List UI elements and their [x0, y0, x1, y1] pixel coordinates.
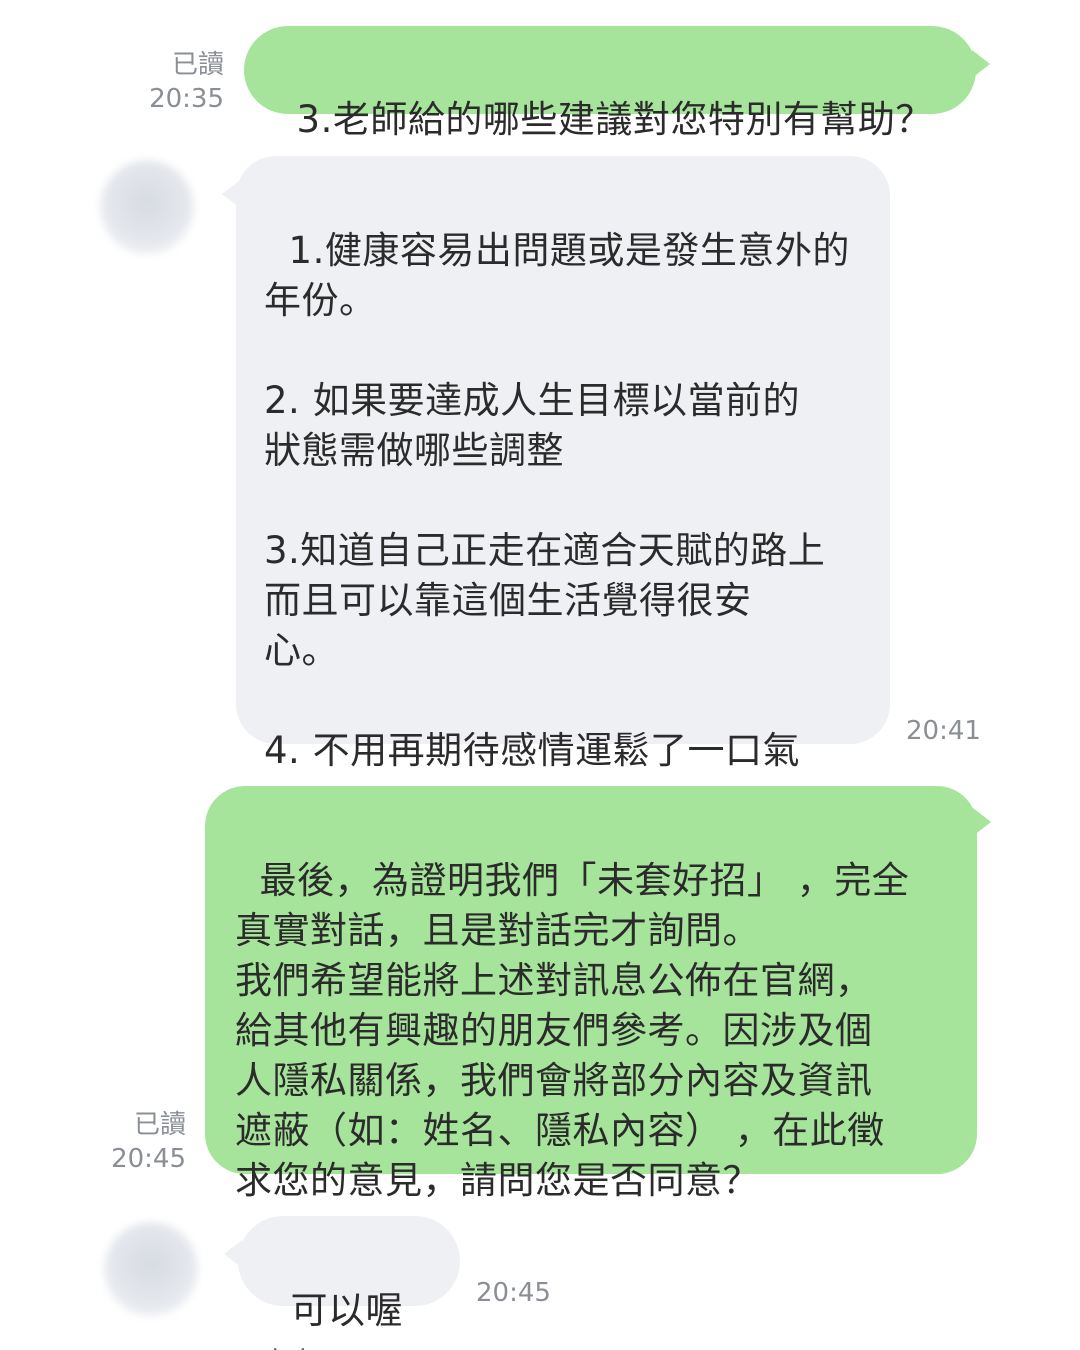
outgoing-message-bubble[interactable]: 3.老師給的哪些建議對您特別有幫助？ [244, 26, 976, 141]
bubble-tail [224, 1240, 242, 1268]
message-time: 20:41 [906, 716, 981, 746]
message-text: 1.健康容易出問題或是發生意外的 年份。 2. 如果要達成人生目標以當前的 狀態… [264, 229, 850, 772]
cat-face-emoji [270, 1338, 308, 1350]
message-3-meta: 已讀 20:45 [104, 1108, 186, 1176]
incoming-message-bubble[interactable]: 可以喔 [238, 1216, 460, 1350]
cat-face-icon [274, 1347, 304, 1350]
outgoing-message-bubble[interactable]: 最後，為證明我們「未套好招」 ，完全 真實對話，且是對話完才詢問。 我們希望能將… [205, 786, 977, 1202]
read-receipt: 已讀 [133, 1110, 186, 1140]
bubble-tail [972, 50, 990, 78]
message-1-meta: 已讀 20:35 [140, 48, 224, 116]
bubble-tail [222, 180, 240, 208]
contact-avatar[interactable] [104, 1222, 198, 1316]
message-time: 20:45 [111, 1144, 186, 1174]
read-receipt: 已讀 [171, 50, 224, 80]
message-time: 20:35 [149, 84, 224, 114]
message-text: 最後，為證明我們「未套好招」 ，完全 真實對話，且是對話完才詢問。 我們希望能將… [235, 859, 910, 1202]
incoming-message-bubble[interactable]: 1.健康容易出問題或是發生意外的 年份。 2. 如果要達成人生目標以當前的 狀態… [236, 156, 890, 772]
contact-avatar[interactable] [100, 160, 194, 254]
bubble-tail [973, 808, 991, 836]
message-text: 3.老師給的哪些建議對您特別有幫助？ [296, 98, 933, 141]
message-text: 可以喔 [290, 1289, 404, 1332]
message-time: 20:45 [476, 1278, 551, 1308]
